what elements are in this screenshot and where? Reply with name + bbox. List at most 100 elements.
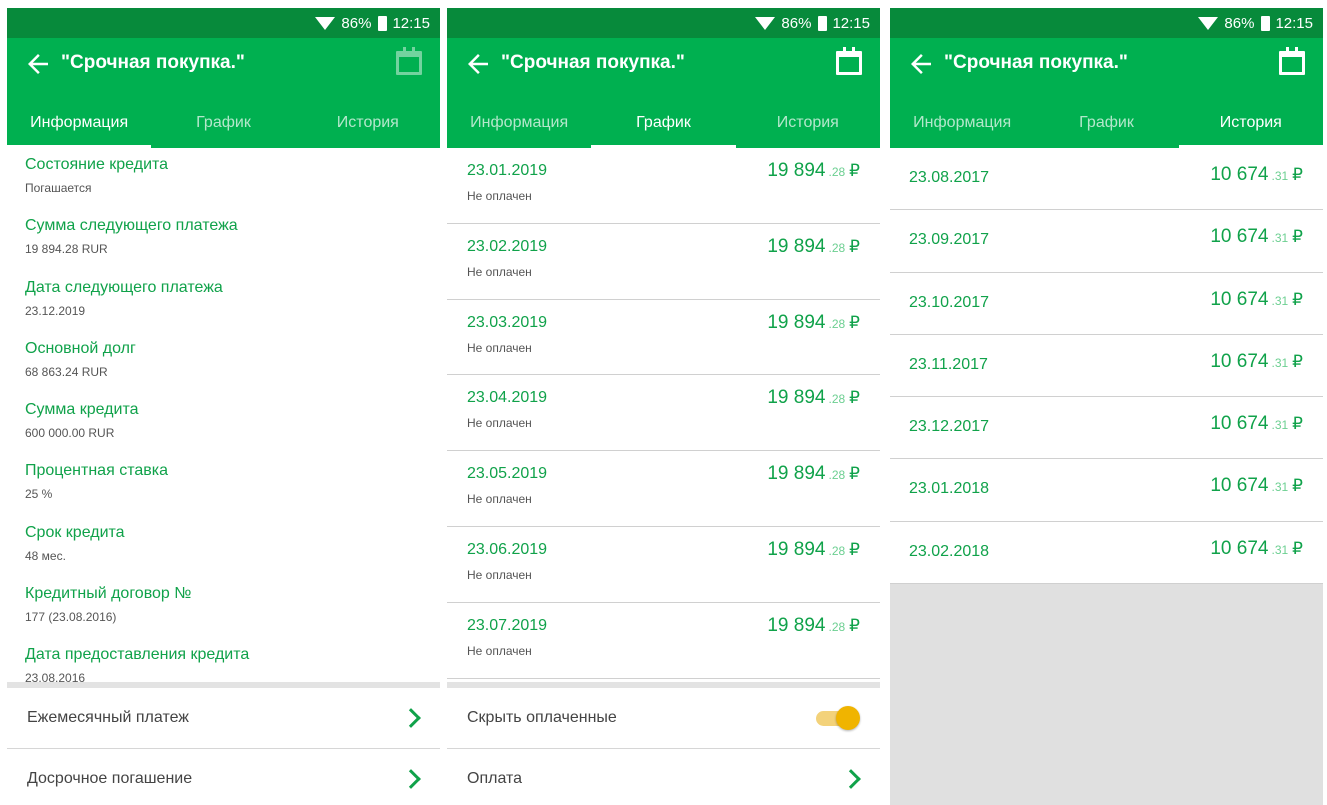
info-value: 19 894.28 RUR: [25, 242, 108, 257]
screen-history: 86% 12:15 "Срочная покупка." Информация …: [890, 8, 1323, 805]
tab-schedule[interactable]: График: [151, 98, 295, 148]
tab-schedule[interactable]: График: [1034, 98, 1178, 148]
payment-amount: 10 674.31 ₽: [1210, 164, 1303, 186]
history-row[interactable]: 23.10.2017 10 674.31 ₽: [890, 273, 1323, 335]
payment-date: 23.10.2017: [909, 293, 990, 311]
history-list[interactable]: 23.08.2017 10 674.31 ₽ 23.09.2017 10 674.…: [890, 148, 1323, 585]
payment-status: Не оплачен: [467, 189, 532, 203]
amount-fraction: .31: [1271, 355, 1289, 370]
info-item-credit-state: Состояние кредита Погашается: [7, 148, 440, 209]
schedule-row[interactable]: 23.06.2019 Не оплачен 19 894.28 ₽: [447, 527, 880, 603]
payment-date: 23.03.2019: [467, 313, 548, 331]
payment-status: Не оплачен: [467, 264, 532, 279]
tab-bar: Информация График История: [890, 98, 1323, 148]
tab-history[interactable]: История: [1178, 98, 1323, 148]
history-row[interactable]: 23.09.2017 10 674.31 ₽: [890, 210, 1323, 273]
tab-information[interactable]: Информация: [447, 98, 591, 148]
amount-main: 10 674: [1210, 350, 1269, 372]
back-arrow-icon[interactable]: [906, 49, 936, 79]
wifi-icon: [755, 16, 776, 30]
status-time: 12:15: [832, 14, 870, 32]
schedule-list[interactable]: 23.01.2019 Не оплачен 19 894.28 ₽ 23.02.2…: [447, 148, 880, 682]
monthly-payment-label: Ежемесячный платеж: [27, 709, 190, 726]
payment-date: 23.07.2019: [467, 616, 548, 634]
info-item-issue-date: Дата предоставления кредита 23.08.2016: [7, 638, 440, 682]
status-bar: 86% 12:15: [447, 8, 880, 38]
schedule-row[interactable]: 23.05.2019 Не оплачен 19 894.28 ₽: [447, 451, 880, 527]
back-arrow-icon[interactable]: [23, 49, 53, 79]
battery-percent: 86%: [1224, 14, 1255, 32]
back-arrow-icon[interactable]: [463, 49, 493, 79]
payment-date: 23.08.2017: [909, 169, 990, 186]
payment-amount: 10 674.31 ₽: [1210, 289, 1303, 311]
amount-main: 19 894: [767, 463, 826, 485]
schedule-row[interactable]: 23.02.2019 Не оплачен 19 894.28 ₽: [447, 224, 880, 300]
payment-date: 23.04.2019: [467, 389, 548, 407]
info-list[interactable]: Состояние кредита Погашается Сумма следу…: [7, 148, 440, 682]
status-time: 12:15: [392, 14, 430, 32]
payment-row[interactable]: Оплата: [447, 749, 880, 805]
payment-amount: 19 894.28 ₽: [767, 463, 860, 485]
status-time: 12:15: [1275, 14, 1313, 32]
info-label: Основной долг: [25, 339, 136, 357]
info-value: 23.12.2019: [25, 303, 86, 318]
ruble-icon: ₽: [1292, 414, 1303, 434]
battery-icon: [378, 15, 388, 31]
calendar-icon[interactable]: [1279, 47, 1305, 75]
page-title: "Срочная покупка.": [501, 52, 685, 73]
payment-amount: 19 894.28 ₽: [767, 539, 860, 561]
ruble-icon: ₽: [1292, 476, 1303, 496]
info-label: Сумма следующего платежа: [25, 217, 238, 235]
history-row[interactable]: 23.01.2018 10 674.31 ₽: [890, 459, 1323, 522]
info-value: 23.08.2016: [25, 671, 86, 682]
calendar-icon[interactable]: [836, 47, 862, 75]
payment-status: Не оплачен: [467, 416, 532, 431]
monthly-payment-row[interactable]: Ежемесячный платеж: [7, 688, 440, 749]
ruble-icon: ₽: [849, 236, 860, 256]
ruble-icon: ₽: [849, 539, 860, 559]
ruble-icon: ₽: [849, 464, 860, 484]
payment-date: 23.01.2019: [467, 162, 548, 179]
schedule-row[interactable]: 23.07.2019 Не оплачен 19 894.28 ₽: [447, 603, 880, 679]
info-label: Процентная ставка: [25, 462, 168, 480]
history-row[interactable]: 23.02.2018 10 674.31 ₽: [890, 522, 1323, 585]
tab-history[interactable]: История: [736, 98, 880, 148]
amount-fraction: .28: [828, 543, 846, 558]
payment-amount: 19 894.28 ₽: [767, 615, 860, 637]
amount-main: 10 674: [1210, 413, 1269, 435]
info-item-principal-debt: Основной долг 68 863.24 RUR: [7, 332, 440, 393]
tab-schedule[interactable]: График: [591, 98, 736, 148]
info-value: 177 (23.08.2016): [25, 610, 117, 625]
schedule-row[interactable]: 23.03.2019 Не оплачен 19 894.28 ₽: [447, 300, 880, 376]
amount-main: 10 674: [1210, 164, 1269, 185]
schedule-row[interactable]: 23.01.2019 Не оплачен 19 894.28 ₽: [447, 148, 880, 224]
schedule-row[interactable]: 23.04.2019 Не оплачен 19 894.28 ₽: [447, 375, 880, 452]
tab-information[interactable]: Информация: [7, 98, 152, 148]
info-label: Дата следующего платежа: [25, 278, 223, 296]
tab-information[interactable]: Информация: [890, 98, 1034, 148]
hide-paid-label: Скрыть оплаченные: [467, 709, 617, 726]
hide-paid-toggle[interactable]: [816, 706, 860, 730]
tab-history[interactable]: История: [296, 98, 440, 148]
battery-icon: [818, 15, 828, 31]
battery-percent: 86%: [341, 14, 372, 32]
payment-date: 23.06.2019: [467, 540, 548, 558]
amount-fraction: .31: [1271, 480, 1289, 495]
info-item-next-payment-sum: Сумма следующего платежа 19 894.28 RUR: [7, 209, 440, 270]
calendar-icon[interactable]: [396, 47, 422, 75]
early-repayment-label: Досрочное погашение: [27, 770, 193, 787]
ruble-icon: ₽: [1292, 289, 1303, 309]
history-row[interactable]: 23.08.2017 10 674.31 ₽: [890, 148, 1323, 211]
info-item-interest-rate: Процентная ставка 25 %: [7, 454, 440, 515]
history-row[interactable]: 23.12.2017 10 674.31 ₽: [890, 397, 1323, 460]
history-row[interactable]: 23.11.2017 10 674.31 ₽: [890, 335, 1323, 398]
toggle-knob: [836, 706, 860, 730]
payment-amount: 10 674.31 ₽: [1210, 351, 1303, 373]
early-repayment-row[interactable]: Досрочное погашение: [7, 749, 440, 805]
amount-fraction: .31: [1271, 293, 1289, 308]
amount-main: 10 674: [1210, 288, 1269, 310]
hide-paid-row: Скрыть оплаченные: [447, 688, 880, 749]
chevron-right-icon: [401, 769, 421, 789]
payment-amount: 19 894.28 ₽: [767, 160, 860, 182]
battery-icon: [1261, 15, 1271, 31]
